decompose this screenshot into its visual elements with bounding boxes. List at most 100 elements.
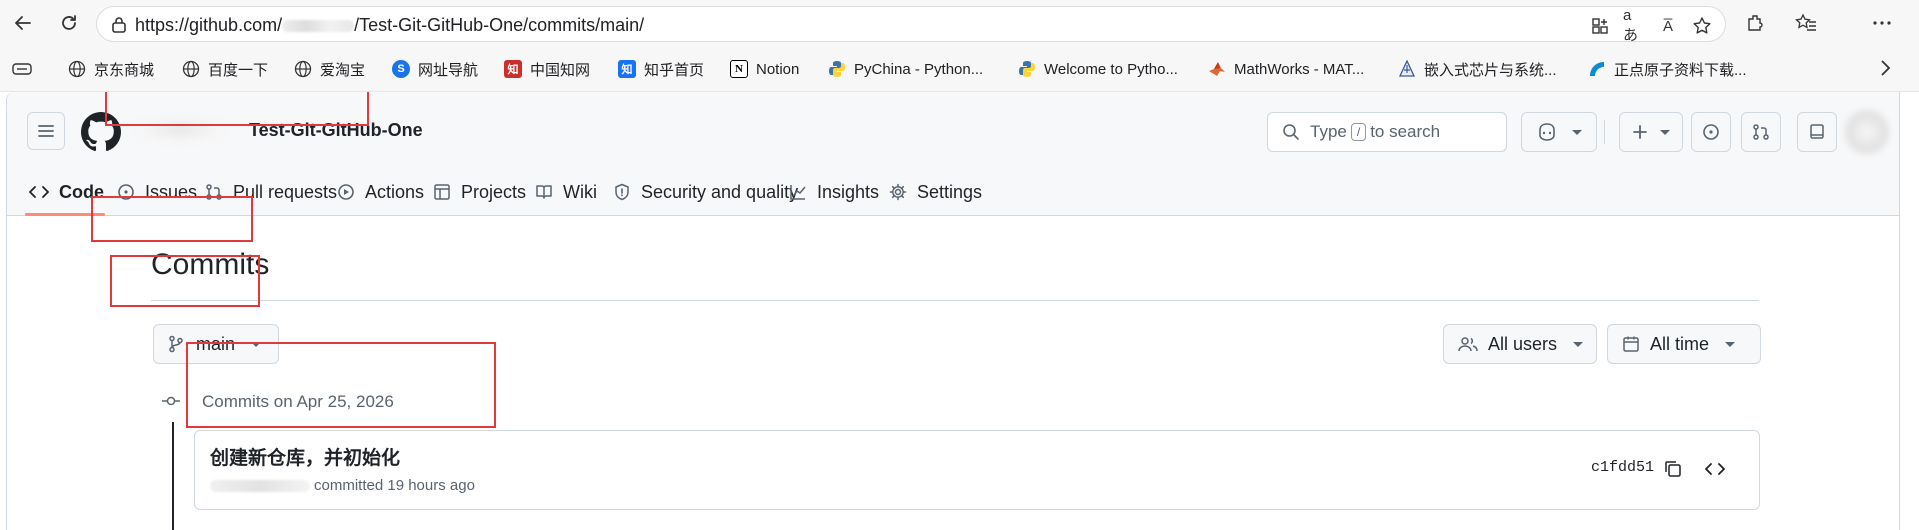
commit-sha-link[interactable]: c1fdd51 (1591, 459, 1654, 476)
tab-actions[interactable]: Actions (337, 168, 424, 216)
bookmark-label: 中国知网 (530, 61, 591, 79)
commit-row: 创建新仓库，并初始化 committed 19 hours ago c1fdd5… (194, 430, 1760, 510)
users-filter-label: All users (1488, 333, 1558, 354)
gear-icon (889, 183, 907, 201)
bookmark-label: 网址导航 (418, 61, 479, 79)
python-icon (1018, 60, 1036, 78)
highlight-box-branch (110, 255, 260, 307)
tab-projects[interactable]: Projects (433, 168, 526, 216)
search-suffix: to search (1370, 122, 1441, 141)
favorite-star-icon[interactable] (1691, 15, 1713, 37)
extensions-icon[interactable] (1744, 11, 1768, 35)
site-info-icon[interactable] (111, 16, 127, 39)
translate-icon[interactable]: aあ (1623, 7, 1645, 44)
tab-wiki[interactable]: Wiki (535, 168, 597, 216)
bookmark-jd[interactable]: 京东商城 (68, 57, 154, 81)
pull-requests-button[interactable] (1741, 112, 1781, 152)
tab-settings[interactable]: Settings (889, 168, 982, 216)
search-shortcut-key: / (1350, 123, 1367, 141)
code-icon (29, 186, 49, 198)
chevron-down-icon (1572, 129, 1582, 135)
address-bar[interactable]: https://github.com/ /Test-Git-GitHub-One/… (96, 6, 1726, 44)
copilot-icon (1539, 123, 1555, 141)
git-commit-icon (162, 396, 180, 406)
book-icon (536, 185, 552, 199)
bookmark-cnki[interactable]: 知中国知网 (504, 57, 590, 81)
play-icon (338, 184, 354, 200)
chevron-down-icon (1573, 341, 1584, 347)
bookmark-pychina[interactable]: PyChina - Python... (828, 57, 983, 81)
avatar[interactable] (1843, 108, 1891, 156)
browse-repo-button[interactable] (1701, 455, 1729, 483)
people-icon (1458, 337, 1478, 352)
tab-security[interactable]: Security and quality (613, 168, 798, 216)
hamburger-icon (38, 125, 54, 137)
search-icon (1283, 124, 1299, 140)
chevron-down-icon (1725, 341, 1736, 347)
bookmark-label: 知乎首页 (644, 61, 705, 79)
users-filter[interactable]: All users (1443, 324, 1597, 364)
title-divider (151, 300, 1759, 301)
repo-icon (1810, 124, 1824, 139)
chevron-right-icon[interactable] (1879, 59, 1891, 82)
chip-icon (1398, 60, 1416, 78)
copy-sha-button[interactable] (1659, 455, 1687, 483)
github-page: Test-Git-GitHub-One Type / to search Cod… (6, 92, 1900, 530)
commit-message-link[interactable]: 创建新仓库，并初始化 (210, 443, 400, 470)
zhihu-icon: 知 (618, 60, 636, 78)
globe-icon (182, 60, 200, 78)
time-filter[interactable]: All time (1607, 324, 1761, 364)
create-new-button[interactable] (1619, 112, 1683, 152)
bookmarks-bar: 京东商城 百度一下 爱淘宝 S 网址导航 知中国知网 知知乎首页 N Notion … (0, 46, 1919, 92)
tab-label: Projects (461, 181, 527, 202)
bookmark-label: MathWorks - MAT... (1234, 60, 1365, 78)
read-aloud-icon[interactable]: A̅ (1657, 15, 1679, 37)
commit-action: committed 19 hours ago (314, 477, 475, 494)
bookmark-label: 正点原子资料下载... (1614, 61, 1747, 79)
bookmark-label: 嵌入式芯片与系统... (1424, 61, 1557, 79)
url-prefix: https://github.com/ (135, 15, 283, 35)
address-url[interactable]: https://github.com/ /Test-Git-GitHub-One/… (135, 15, 644, 36)
bookmark-label: 百度一下 (208, 61, 269, 79)
bookmark-nav[interactable]: S 网址导航 (392, 57, 478, 81)
graph-icon (790, 185, 806, 200)
bookmarks-sidebar-icon[interactable] (12, 57, 32, 81)
copilot-button[interactable] (1521, 112, 1597, 152)
tab-label: Actions (365, 181, 425, 202)
tab-label: Wiki (563, 181, 597, 202)
bookmark-python[interactable]: Welcome to Pytho... (1018, 57, 1178, 81)
bookmark-baidu[interactable]: 百度一下 (182, 57, 268, 81)
bookmark-label: Welcome to Pytho... (1044, 60, 1178, 78)
arrow-left-icon (15, 16, 31, 30)
search-prefix: Type (1310, 122, 1347, 141)
alientek-icon (1588, 60, 1606, 78)
search-input[interactable]: Type / to search (1267, 112, 1507, 152)
python-icon (828, 60, 846, 78)
code-icon (1705, 463, 1725, 475)
bookmark-notion[interactable]: N Notion (730, 57, 799, 81)
more-menu-icon[interactable] (1870, 11, 1894, 35)
pull-request-icon (1753, 124, 1769, 140)
highlight-box-title (91, 196, 253, 242)
time-filter-label: All time (1650, 333, 1710, 354)
bookmark-zhihu[interactable]: 知知乎首页 (618, 57, 704, 81)
bookmark-alientek[interactable]: 正点原子资料下载... (1588, 57, 1747, 81)
bookmark-mathworks[interactable]: MathWorks - MAT... (1208, 57, 1364, 81)
bookmark-embedded[interactable]: 嵌入式芯片与系统... (1398, 57, 1557, 81)
back-button[interactable] (8, 8, 38, 38)
global-menu-button[interactable] (27, 112, 65, 150)
reload-button[interactable] (54, 8, 84, 38)
app-available-icon[interactable] (1589, 15, 1611, 37)
repo-header: Test-Git-GitHub-One Type / to search Cod… (7, 92, 1899, 216)
issues-button[interactable] (1691, 112, 1731, 152)
bookmark-label: PyChina - Python... (854, 60, 984, 78)
tab-insights[interactable]: Insights (789, 168, 879, 216)
repositories-button[interactable] (1797, 112, 1837, 152)
redacted-author[interactable] (210, 480, 310, 493)
cnki-icon: 知 (504, 60, 522, 78)
scrollbar[interactable] (1901, 92, 1919, 530)
bookmark-aitaobao[interactable]: 爱淘宝 (294, 57, 365, 81)
plus-icon (1633, 125, 1647, 139)
redacted-owner (282, 20, 355, 33)
favorites-icon[interactable] (1794, 11, 1818, 35)
